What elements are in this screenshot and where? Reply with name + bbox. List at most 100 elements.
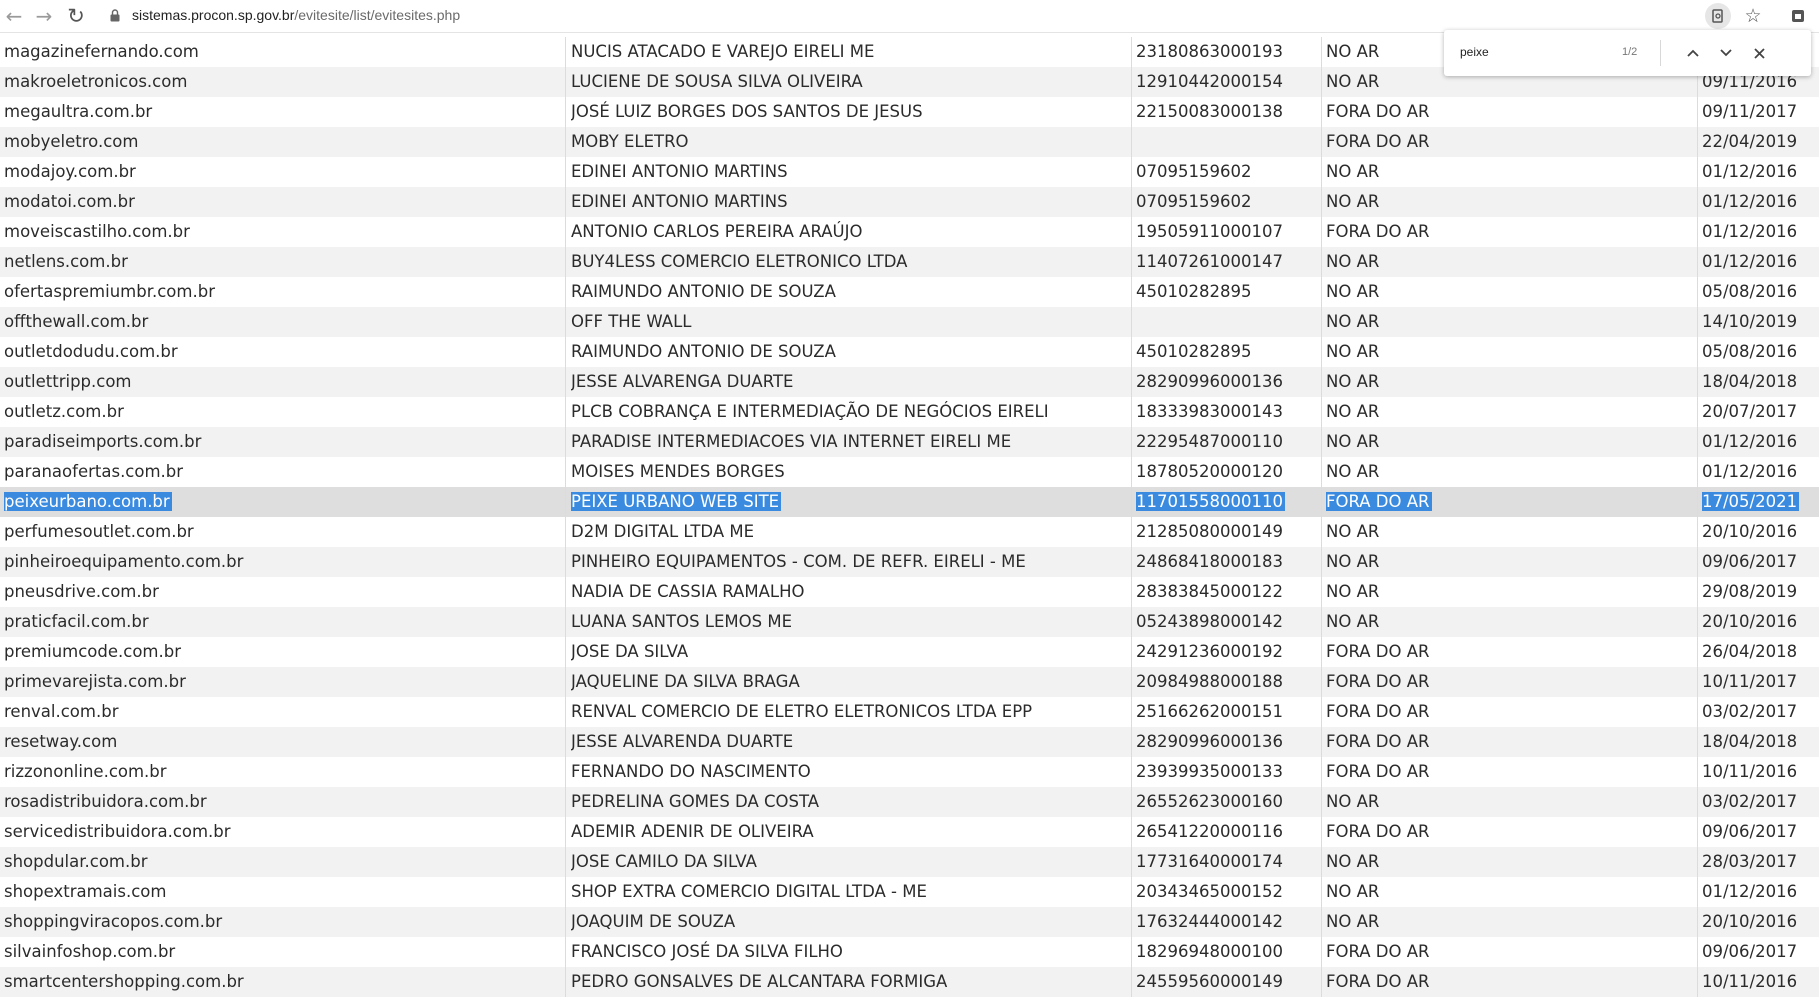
site-cell[interactable]: paranaofertas.com.br	[4, 457, 564, 487]
site-cell[interactable]: netlens.com.br	[4, 247, 564, 277]
cnpj-cell: 24559560000149	[1136, 967, 1321, 997]
url-path: /evitesite/list/evitesites.php	[294, 7, 461, 23]
column-divider	[565, 67, 566, 97]
site-cell[interactable]: peixeurbano.com.br	[4, 487, 564, 517]
status-cell: FORA DO AR	[1326, 637, 1691, 667]
cnpj-cell-text: 07095159602	[1136, 192, 1252, 211]
column-divider	[1131, 937, 1132, 967]
column-divider	[1697, 967, 1698, 997]
find-previous-button[interactable]	[1680, 40, 1706, 66]
column-divider	[1697, 337, 1698, 367]
cnpj-cell-text: 45010282895	[1136, 282, 1252, 301]
company-name-cell-text: PEDRELINA GOMES DA COSTA	[571, 792, 820, 811]
table-row: megaultra.com.br JOSÉ LUIZ BORGES DOS SAN…	[0, 97, 1819, 127]
site-cell[interactable]: smartcentershopping.com.br	[4, 967, 564, 997]
site-cell[interactable]: outlettripp.com	[4, 367, 564, 397]
column-divider	[565, 607, 566, 637]
company-name-cell-text: BUY4LESS COMERCIO ELETRONICO LTDA	[571, 252, 908, 271]
company-name-cell: ADEMIR ADENIR DE OLIVEIRA	[571, 817, 1126, 847]
cnpj-cell-text: 11701558000110	[1136, 492, 1285, 511]
site-cell[interactable]: megaultra.com.br	[4, 97, 564, 127]
site-cell[interactable]: moveiscastilho.com.br	[4, 217, 564, 247]
site-cell[interactable]: modajoy.com.br	[4, 157, 564, 187]
site-cell[interactable]: praticfacil.com.br	[4, 607, 564, 637]
site-cell[interactable]: shopextramais.com	[4, 877, 564, 907]
status-cell: NO AR	[1326, 907, 1691, 937]
cnpj-cell: 21285080000149	[1136, 517, 1321, 547]
site-cell[interactable]: magazinefernando.com	[4, 37, 564, 67]
status-cell: NO AR	[1326, 877, 1691, 907]
extension-icon[interactable]	[1785, 3, 1811, 29]
site-cell[interactable]: outletdodudu.com.br	[4, 337, 564, 367]
status-cell-text: NO AR	[1326, 402, 1380, 421]
address-bar[interactable]: sistemas.procon.sp.gov.br/evitesite/list…	[132, 7, 460, 23]
site-cell[interactable]: premiumcode.com.br	[4, 637, 564, 667]
back-arrow-icon[interactable]: ←	[2, 4, 26, 28]
company-name-cell: FERNANDO DO NASCIMENTO	[571, 757, 1126, 787]
date-cell-text: 20/10/2016	[1702, 612, 1798, 631]
site-cell[interactable]: shopdular.com.br	[4, 847, 564, 877]
company-name-cell: JOSÉ LUIZ BORGES DOS SANTOS DE JESUS	[571, 97, 1126, 127]
cnpj-cell-text: 11407261000147	[1136, 252, 1283, 271]
find-input[interactable]: peixe	[1460, 45, 1489, 59]
column-divider	[1321, 787, 1322, 817]
site-cell-text: shoppingviracopos.com.br	[4, 912, 223, 931]
find-in-page-icon[interactable]	[1705, 3, 1731, 29]
site-cell[interactable]: resetway.com	[4, 727, 564, 757]
status-cell-text: NO AR	[1326, 462, 1380, 481]
status-cell-text: NO AR	[1326, 882, 1380, 901]
site-cell[interactable]: renval.com.br	[4, 697, 564, 727]
site-cell[interactable]: makroeletronicos.com	[4, 67, 564, 97]
site-cell[interactable]: paradiseimports.com.br	[4, 427, 564, 457]
site-cell[interactable]: servicedistribuidora.com.br	[4, 817, 564, 847]
find-close-button[interactable]	[1746, 40, 1772, 66]
site-cell-text: perfumesoutlet.com.br	[4, 522, 194, 541]
column-divider	[1321, 937, 1322, 967]
site-cell[interactable]: outletz.com.br	[4, 397, 564, 427]
column-divider	[1131, 367, 1132, 397]
company-name-cell: LUANA SANTOS LEMOS ME	[571, 607, 1126, 637]
date-cell-text: 01/12/2016	[1702, 252, 1798, 271]
column-divider	[1321, 157, 1322, 187]
reload-icon[interactable]: ↻	[64, 4, 88, 28]
column-divider	[1321, 97, 1322, 127]
bookmark-star-icon[interactable]: ☆	[1740, 3, 1766, 29]
column-divider	[1697, 607, 1698, 637]
company-name-cell-text: NADIA DE CASSIA RAMALHO	[571, 582, 805, 601]
cnpj-cell: 20984988000188	[1136, 667, 1321, 697]
column-divider	[1131, 697, 1132, 727]
site-cell[interactable]: rosadistribuidora.com.br	[4, 787, 564, 817]
column-divider	[1697, 637, 1698, 667]
site-cell[interactable]: primevarejista.com.br	[4, 667, 564, 697]
column-divider	[565, 37, 566, 67]
column-divider	[1321, 877, 1322, 907]
date-cell: 17/05/2021	[1702, 487, 1819, 517]
site-cell[interactable]: pinheiroequipamento.com.br	[4, 547, 564, 577]
status-cell-text: NO AR	[1326, 372, 1380, 391]
column-divider	[1697, 907, 1698, 937]
site-cell[interactable]: ofertaspremiumbr.com.br	[4, 277, 564, 307]
date-cell-text: 10/11/2017	[1702, 672, 1798, 691]
cnpj-cell: 23180863000193	[1136, 37, 1321, 67]
column-divider	[565, 517, 566, 547]
site-cell[interactable]: shoppingviracopos.com.br	[4, 907, 564, 937]
find-next-button[interactable]	[1713, 40, 1739, 66]
site-cell[interactable]: mobyeletro.com	[4, 127, 564, 157]
site-cell[interactable]: perfumesoutlet.com.br	[4, 517, 564, 547]
site-cell-text: rosadistribuidora.com.br	[4, 792, 207, 811]
table-row: servicedistribuidora.com.br ADEMIR ADENIR…	[0, 817, 1819, 847]
cnpj-cell: 24291236000192	[1136, 637, 1321, 667]
column-divider	[1131, 157, 1132, 187]
site-cell[interactable]: pneusdrive.com.br	[4, 577, 564, 607]
site-cell[interactable]: rizzononline.com.br	[4, 757, 564, 787]
cnpj-cell: 45010282895	[1136, 337, 1321, 367]
site-cell-text: moveiscastilho.com.br	[4, 222, 190, 241]
column-divider	[1321, 967, 1322, 997]
table-row: perfumesoutlet.com.br D2M DIGITAL LTDA ME…	[0, 517, 1819, 547]
site-cell[interactable]: offthewall.com.br	[4, 307, 564, 337]
site-cell-text: paradiseimports.com.br	[4, 432, 202, 451]
site-cell[interactable]: modatoi.com.br	[4, 187, 564, 217]
site-cell[interactable]: silvainfoshop.com.br	[4, 937, 564, 967]
forward-arrow-icon[interactable]: →	[32, 4, 56, 28]
status-cell: FORA DO AR	[1326, 967, 1691, 997]
